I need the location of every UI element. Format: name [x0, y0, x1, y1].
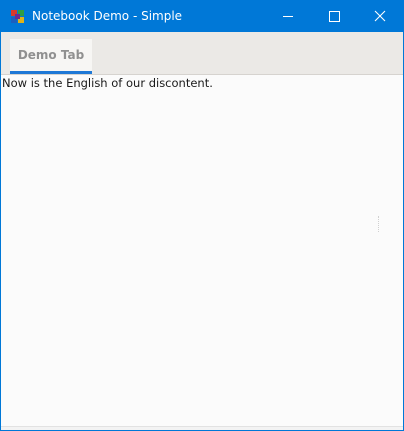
scroll-grip-handle[interactable] — [378, 216, 382, 232]
title-bar[interactable]: Notebook Demo - Simple — [1, 1, 403, 32]
minimize-button[interactable] — [265, 1, 311, 32]
app-window: Notebook Demo - Simple Demo Tab Now is t… — [0, 0, 404, 431]
maximize-icon — [329, 11, 340, 22]
close-button[interactable] — [357, 1, 403, 32]
selected-tab-indicator — [10, 71, 92, 74]
close-icon — [374, 10, 386, 22]
tab-content-panel: Now is the English of our discontent. — [1, 75, 403, 430]
maximize-button[interactable] — [311, 1, 357, 32]
notebook-tab-strip: Demo Tab — [1, 32, 403, 75]
content-text: Now is the English of our discontent. — [2, 76, 213, 90]
bottom-edge — [1, 426, 403, 430]
minimize-icon — [283, 16, 293, 17]
tab-label: Demo Tab — [17, 48, 85, 62]
tab-demo[interactable]: Demo Tab — [10, 39, 92, 74]
window-title: Notebook Demo - Simple — [32, 9, 183, 23]
app-icon — [11, 10, 24, 23]
